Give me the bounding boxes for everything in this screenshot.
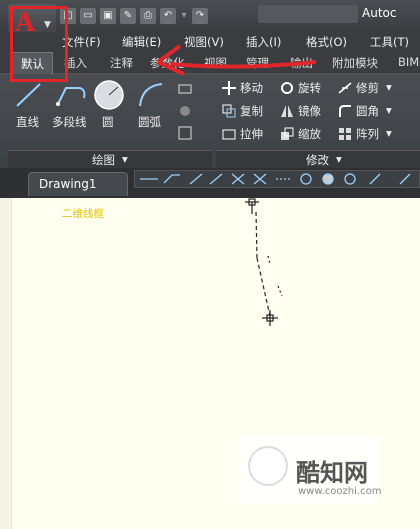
annotation-box-app-button (10, 6, 68, 82)
draw-tool-circle-label: 圆 (102, 115, 114, 129)
modify-tool-move-label[interactable]: 移动 (240, 80, 263, 96)
modify-tool-fillet-label[interactable]: 圆角 (356, 103, 379, 119)
modify-tool-copy-label[interactable]: 复制 (240, 103, 263, 119)
modify-tool-mirror-label[interactable]: 镜像 (298, 103, 321, 119)
line-icon[interactable] (14, 80, 44, 110)
rotate-icon[interactable] (280, 81, 294, 95)
array-icon[interactable] (338, 127, 352, 141)
save-as-icon[interactable]: ✎ (120, 8, 136, 24)
hatch-icon[interactable] (178, 104, 192, 118)
move-icon[interactable] (222, 81, 236, 95)
open-file-icon[interactable]: ▭ (80, 8, 96, 24)
annotation-arrow (156, 44, 317, 76)
window-title: Autoc (362, 6, 397, 20)
draw-tool-polyline-label: 多段线 (52, 115, 87, 129)
modify-tool-rotate-label[interactable]: 旋转 (298, 80, 321, 96)
watermark-logo-icon (248, 446, 288, 486)
document-tab-drawing1[interactable]: Drawing1 (28, 172, 128, 196)
chevron-down-icon[interactable]: ▾ (386, 103, 392, 117)
chevron-down-icon[interactable]: ▾ (122, 152, 128, 166)
chevron-down-icon[interactable]: ▾ (386, 126, 392, 140)
workspace-selector[interactable] (258, 5, 358, 23)
modify-tool-stretch-label[interactable]: 拉伸 (240, 126, 263, 142)
draw-tool-arc-label: 圆弧 (138, 115, 161, 129)
copy-icon[interactable] (222, 104, 236, 118)
circle-icon[interactable] (92, 78, 126, 112)
arc-icon[interactable] (136, 80, 166, 110)
viewport-visual-style-label[interactable]: 二维线框 (62, 206, 104, 221)
chevron-down-icon[interactable]: ▾ (386, 80, 392, 94)
polyline-icon[interactable] (54, 80, 88, 110)
print-icon[interactable]: ⎙ (140, 8, 156, 24)
fillet-icon[interactable] (338, 104, 352, 118)
separator: ▾ (181, 10, 187, 21)
trim-icon[interactable] (338, 81, 352, 95)
canvas-ruler (0, 198, 12, 529)
chevron-down-icon[interactable]: ▾ (336, 152, 342, 166)
draw-tool-line-label: 直线 (16, 115, 39, 129)
modify-tool-trim-label[interactable]: 修剪 (356, 80, 379, 96)
undo-icon[interactable]: ↶ (160, 8, 176, 24)
modify-panel-title[interactable]: 修改 (306, 152, 329, 168)
draw-panel-title[interactable]: 绘图 (92, 152, 115, 168)
scale-icon[interactable] (280, 127, 294, 141)
quick-access-toolbar: □ ▭ ▣ ✎ ⎙ ↶ ▾ ↷ (60, 8, 208, 26)
save-icon[interactable]: ▣ (100, 8, 116, 24)
modify-tool-array-label[interactable]: 阵列 (356, 126, 379, 142)
rectangle-icon[interactable] (178, 82, 192, 96)
watermark-title: 酷知网 (296, 459, 368, 487)
redo-icon[interactable]: ↷ (192, 8, 208, 24)
mirror-icon[interactable] (280, 104, 294, 118)
region-icon[interactable] (178, 126, 192, 140)
drawn-polyline[interactable] (230, 198, 300, 338)
watermark-url: www.coozhi.com (298, 486, 382, 497)
modify-tool-scale-label[interactable]: 缩放 (298, 126, 321, 142)
osnap-icons[interactable] (138, 172, 418, 186)
stretch-icon[interactable] (222, 127, 236, 141)
